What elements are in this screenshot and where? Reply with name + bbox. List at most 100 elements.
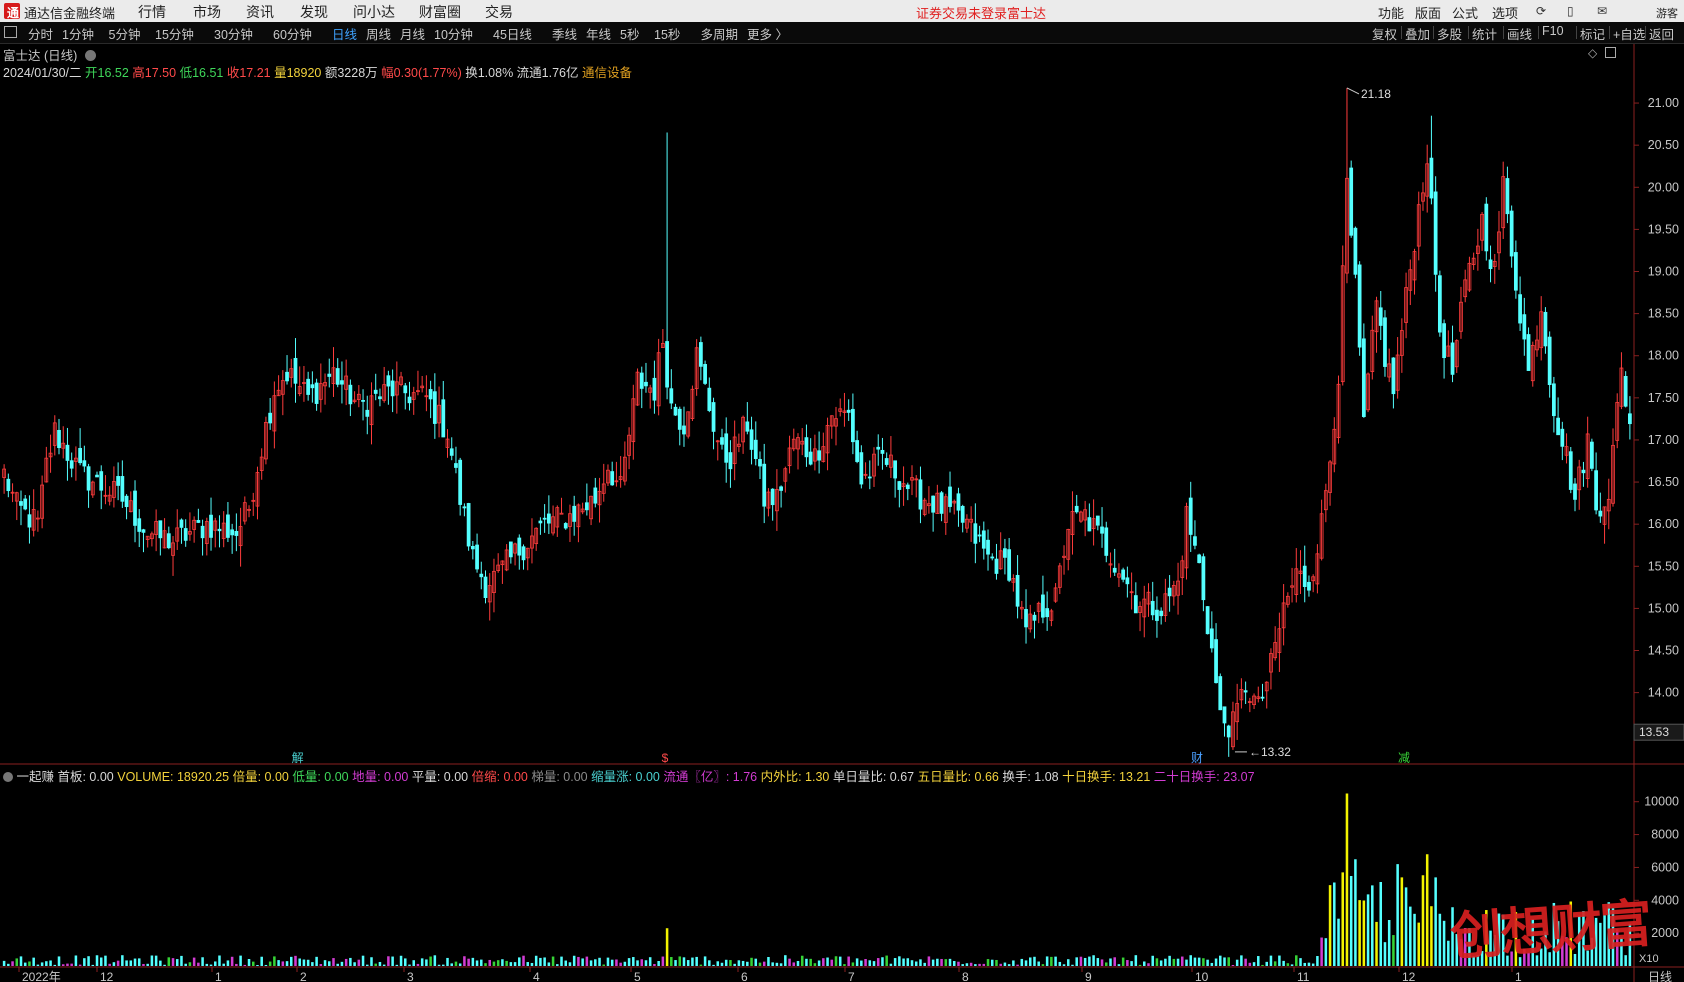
- candle-body: [1556, 417, 1560, 436]
- price-tick-label: 17.00: [1648, 433, 1679, 447]
- candle-body: [698, 342, 703, 367]
- candle-body: [449, 448, 454, 456]
- candle-body: [1594, 470, 1598, 511]
- price-tick-label: 17.50: [1648, 391, 1679, 405]
- candle-body: [1193, 536, 1197, 546]
- time-axis-label: 12: [100, 970, 114, 982]
- watermark-logo: 创想财富: [1448, 893, 1653, 968]
- candle-body: [200, 525, 205, 539]
- time-axis-label: 4: [533, 970, 540, 982]
- candle-body: [897, 481, 902, 490]
- candle-body: [1437, 275, 1442, 333]
- candle-body: [1581, 469, 1586, 474]
- candle-body: [981, 530, 986, 549]
- candle-body: [99, 471, 104, 491]
- candle-body: [779, 486, 783, 491]
- candle-body: [817, 450, 821, 461]
- candle-body: [1015, 574, 1020, 607]
- volume-tick-label: 10000: [1644, 795, 1679, 809]
- event-marker: $: [662, 751, 669, 765]
- candle-body: [1307, 581, 1311, 591]
- candle-body: [310, 384, 315, 389]
- candle-body: [293, 357, 298, 384]
- candle-body: [306, 378, 311, 395]
- candle-body: [57, 429, 61, 449]
- candle-body: [1598, 510, 1603, 517]
- candle-body: [335, 368, 340, 385]
- candle-body: [893, 460, 897, 479]
- candle-body: [994, 558, 999, 574]
- candle-body: [1074, 505, 1079, 513]
- candle-body: [6, 478, 11, 492]
- candle-body: [745, 421, 750, 432]
- candle-body: [804, 437, 809, 458]
- candle-body: [183, 528, 188, 541]
- candle-body: [378, 396, 382, 400]
- candle-body: [1522, 314, 1527, 340]
- candle-body: [1361, 338, 1366, 417]
- candle-body: [720, 437, 724, 445]
- candle-body: [1041, 594, 1045, 618]
- time-axis-label: 6: [741, 970, 748, 982]
- candle-body: [1104, 527, 1109, 556]
- candle-body: [876, 446, 881, 450]
- candle-body: [1302, 565, 1307, 587]
- candle-body: [1560, 428, 1565, 447]
- candle-body: [69, 460, 74, 469]
- volume-tick-label: 4000: [1651, 893, 1679, 907]
- candle-body: [373, 389, 378, 394]
- candle-body: [673, 406, 678, 416]
- time-axis-label: 12: [1402, 970, 1416, 982]
- candle-body: [226, 514, 230, 538]
- candle-body: [1349, 167, 1354, 236]
- candle-body: [462, 506, 467, 509]
- candle-body: [986, 539, 990, 555]
- price-tick-label: 18.00: [1648, 349, 1679, 363]
- candle-body: [428, 389, 433, 400]
- min-annotation: ←13.32: [1249, 745, 1291, 759]
- kline-chart[interactable]: 13.5014.0014.5015.0015.5016.0016.5017.00…: [0, 0, 1684, 982]
- candle-body: [458, 459, 463, 505]
- time-axis-label: 7: [848, 970, 855, 982]
- candle-body: [546, 513, 551, 524]
- max-annotation: 21.18: [1361, 87, 1391, 101]
- candle-body: [1214, 639, 1218, 684]
- volume-tick-label: 2000: [1651, 926, 1679, 940]
- max-annotation-line: [1346, 87, 1360, 95]
- price-tick-label: 19.50: [1648, 222, 1679, 236]
- candle-body: [859, 452, 864, 485]
- candle-body: [1260, 696, 1265, 699]
- period-label: 日线: [1648, 970, 1672, 982]
- candle-body: [880, 449, 885, 454]
- candle-body: [23, 498, 28, 510]
- time-axis-label: 11: [1297, 970, 1310, 982]
- candle-body: [454, 463, 458, 468]
- candle-body: [340, 380, 344, 385]
- candle-body: [677, 408, 682, 430]
- candle-body: [1226, 725, 1231, 738]
- candle-body: [855, 440, 859, 462]
- candle-body: [884, 458, 889, 465]
- candle-body: [669, 388, 674, 404]
- candle-body: [749, 429, 754, 450]
- candle-body: [1488, 259, 1493, 270]
- time-axis-label: 9: [1085, 970, 1092, 982]
- time-axis-label: 8: [962, 970, 969, 982]
- candle-body: [95, 474, 99, 478]
- candle-body: [931, 495, 936, 513]
- candle-body: [665, 341, 669, 388]
- candle-body: [1590, 441, 1594, 469]
- candle-body: [1159, 610, 1164, 617]
- candle-body: [116, 476, 121, 486]
- candle-body: [584, 502, 589, 511]
- price-tick-label: 14.00: [1648, 686, 1679, 700]
- candle-body: [1087, 517, 1092, 532]
- price-tick-label: 19.00: [1648, 265, 1679, 279]
- candle-body: [1125, 577, 1130, 585]
- candle-body: [1121, 569, 1126, 580]
- candle-body: [1568, 451, 1573, 490]
- candle-body: [1197, 554, 1202, 564]
- candle-body: [918, 479, 923, 510]
- candle-body: [846, 409, 851, 413]
- candle-body: [1573, 483, 1577, 500]
